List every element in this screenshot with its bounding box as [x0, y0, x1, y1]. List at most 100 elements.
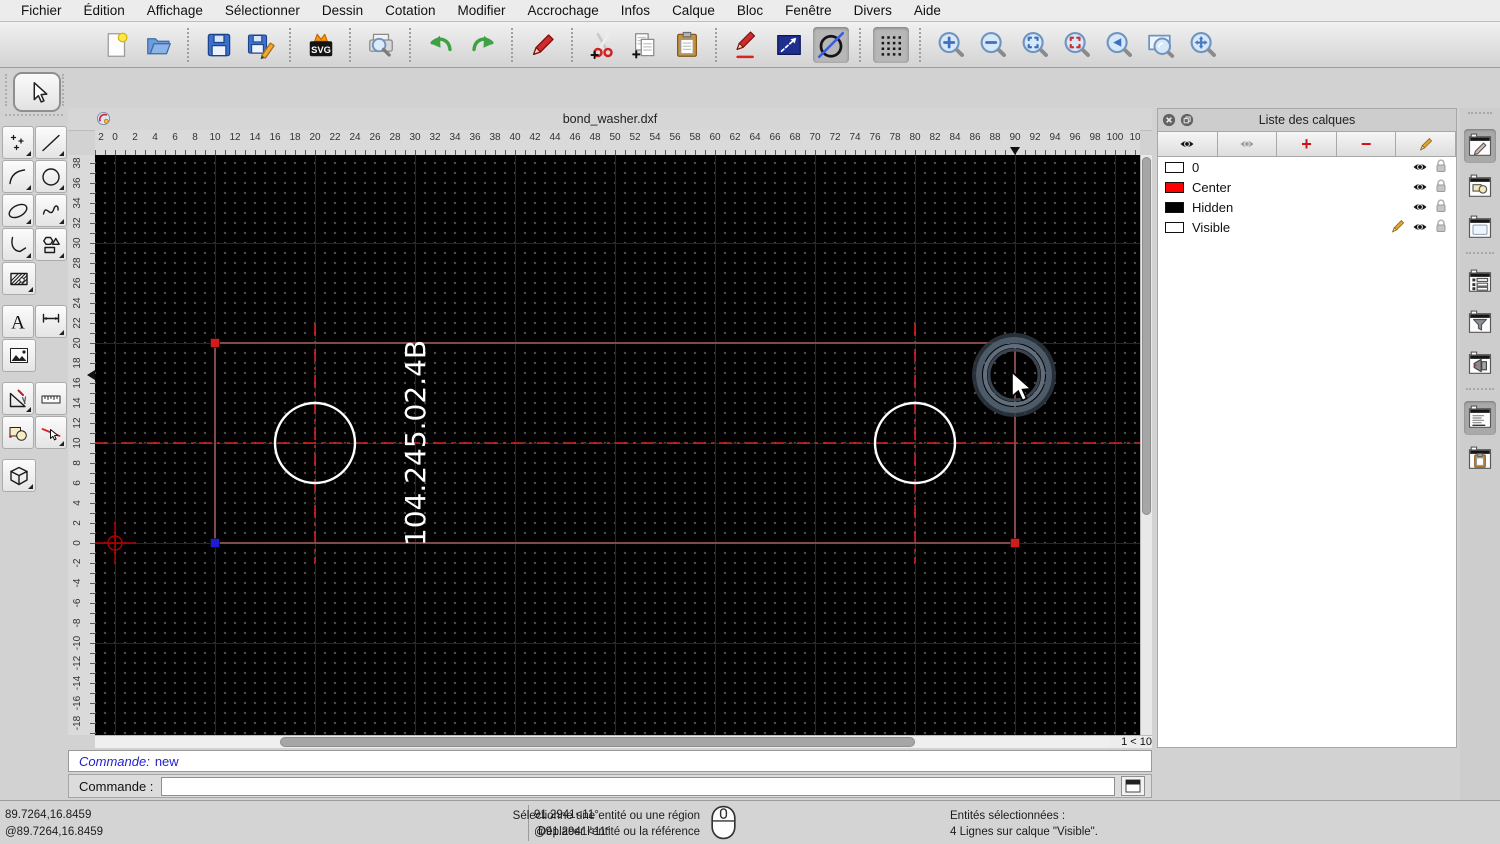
horizontal-scrollbar-thumb[interactable]	[280, 737, 915, 747]
tool-circle-button[interactable]	[35, 160, 67, 193]
layer-lock-toggle[interactable]	[1435, 159, 1447, 176]
vruler-label: -12	[69, 654, 87, 672]
show-all-layers-button[interactable]	[1158, 132, 1218, 156]
layer-row-visible[interactable]: Visible	[1158, 217, 1456, 237]
close-icon[interactable]	[1162, 113, 1176, 127]
menu-infos[interactable]: Infos	[610, 3, 661, 18]
selection-handle-red[interactable]	[211, 339, 220, 348]
menu-calque[interactable]: Calque	[661, 3, 726, 18]
layer-visibility-toggle[interactable]	[1412, 220, 1428, 235]
layer-lock-toggle[interactable]	[1435, 219, 1447, 236]
copy-button[interactable]	[627, 27, 663, 63]
tool-arc-button[interactable]	[2, 160, 34, 193]
zoom-window-button[interactable]	[1143, 27, 1179, 63]
tool-dimension-button[interactable]	[35, 305, 67, 338]
vertical-scrollbar[interactable]	[1140, 155, 1152, 735]
selection-handle-blue[interactable]	[211, 539, 220, 548]
layer-name: Center	[1192, 180, 1231, 195]
menu-edition[interactable]: Édition	[73, 3, 136, 18]
menu-cotation[interactable]: Cotation	[374, 3, 446, 18]
menu-fichier[interactable]: Fichier	[10, 3, 73, 18]
tool-block-button[interactable]	[2, 416, 34, 449]
hide-all-layers-button[interactable]	[1218, 132, 1278, 156]
command-widget-toggle-button[interactable]	[1121, 776, 1145, 796]
layer-row-hidden[interactable]: Hidden	[1158, 197, 1456, 217]
doc-new-button[interactable]	[99, 27, 135, 63]
pencil-red-button[interactable]	[525, 27, 561, 63]
print-preview-button[interactable]	[363, 27, 399, 63]
menu-aide[interactable]: Aide	[903, 3, 952, 18]
selection-handle-red[interactable]	[1011, 539, 1020, 548]
menu-selectionner[interactable]: Sélectionner	[214, 3, 311, 18]
draft-mode-button[interactable]	[813, 27, 849, 63]
status-bar: 89.7264,16.8459 @89.7264,16.8459 91.2941…	[0, 800, 1500, 844]
layer-row-0[interactable]: 0	[1158, 157, 1456, 177]
select-window-button[interactable]	[771, 27, 807, 63]
tool-text-button[interactable]: A	[2, 305, 34, 338]
save-button[interactable]	[201, 27, 237, 63]
folder-open-button[interactable]	[141, 27, 177, 63]
float-panel-icon[interactable]	[1180, 113, 1194, 127]
svg-export-button[interactable]: SVG	[303, 27, 339, 63]
tool-select-entity-icon	[39, 421, 63, 445]
tool-line-button[interactable]	[35, 126, 67, 159]
horn-dock-toggle-button[interactable]	[1464, 347, 1496, 381]
pencil-underline-button[interactable]	[729, 27, 765, 63]
tool-ellipse-button[interactable]	[2, 194, 34, 227]
block-dock-toggle-button[interactable]	[1464, 170, 1496, 204]
views-dock-toggle-button[interactable]	[1464, 265, 1496, 299]
vertical-scrollbar-thumb[interactable]	[1142, 157, 1151, 515]
clipboard-dock-toggle-button[interactable]	[1464, 442, 1496, 476]
menu-dessin[interactable]: Dessin	[311, 3, 374, 18]
menu-affichage[interactable]: Affichage	[136, 3, 214, 18]
zoom-out-button[interactable]	[975, 27, 1011, 63]
part-number-text[interactable]: 104.245.02.4B	[399, 340, 432, 546]
mouse-icon	[710, 805, 737, 843]
layer-visibility-toggle[interactable]	[1412, 200, 1428, 215]
zoom-auto-button[interactable]	[1017, 27, 1053, 63]
layer-lock-toggle[interactable]	[1435, 179, 1447, 196]
zoom-in-button[interactable]	[933, 27, 969, 63]
remove-layer-button[interactable]: −	[1337, 132, 1397, 156]
add-layer-button[interactable]: +	[1277, 132, 1337, 156]
layer-visibility-toggle[interactable]	[1412, 180, 1428, 195]
layer-lock-toggle[interactable]	[1435, 199, 1447, 216]
zoom-previous-button[interactable]	[1101, 27, 1137, 63]
select-arrow-button[interactable]	[13, 72, 61, 112]
tool-polyline-button[interactable]	[2, 228, 34, 261]
menu-accrochage[interactable]: Accrochage	[516, 3, 609, 18]
edit-layer-button[interactable]	[1396, 132, 1456, 156]
filter-dock-toggle-button[interactable]	[1464, 306, 1496, 340]
tool-measure-button[interactable]	[35, 382, 67, 415]
layer-row-center[interactable]: Center	[1158, 177, 1456, 197]
drawing-canvas[interactable]: 104.245.02.4B	[95, 155, 1140, 735]
menu-bloc[interactable]: Bloc	[726, 3, 774, 18]
toolbar-handle	[62, 74, 64, 106]
zoom-pan-button[interactable]	[1185, 27, 1221, 63]
tool-box3d-button[interactable]	[2, 459, 36, 492]
layer-dock-toggle-button[interactable]	[1464, 129, 1496, 163]
cut-button[interactable]	[585, 27, 621, 63]
tool-image-button[interactable]	[2, 339, 36, 372]
tool-spline-button[interactable]	[35, 194, 67, 227]
tool-modify-icon	[6, 387, 30, 411]
tool-polygon-button[interactable]	[35, 228, 67, 261]
paste-button[interactable]	[669, 27, 705, 63]
tool-points-button[interactable]	[2, 126, 34, 159]
menu-modifier[interactable]: Modifier	[446, 3, 516, 18]
menu-divers[interactable]: Divers	[843, 3, 903, 18]
command-input[interactable]	[161, 777, 1115, 796]
grid-toggle-button[interactable]	[873, 27, 909, 63]
layer-visibility-toggle[interactable]	[1412, 160, 1428, 175]
horizontal-scrollbar[interactable]	[95, 735, 1110, 748]
redo-button[interactable]	[465, 27, 501, 63]
menu-fenetre[interactable]: Fenêtre	[774, 3, 843, 18]
library-dock-toggle-button[interactable]	[1464, 211, 1496, 245]
zoom-selected-button[interactable]	[1059, 27, 1095, 63]
command-dock-toggle-button[interactable]	[1464, 401, 1496, 435]
tool-select-entity-button[interactable]	[35, 416, 67, 449]
tool-modify-button[interactable]	[2, 382, 34, 415]
tool-hatch-button[interactable]	[2, 262, 36, 295]
save-as-button[interactable]	[243, 27, 279, 63]
undo-button[interactable]	[423, 27, 459, 63]
